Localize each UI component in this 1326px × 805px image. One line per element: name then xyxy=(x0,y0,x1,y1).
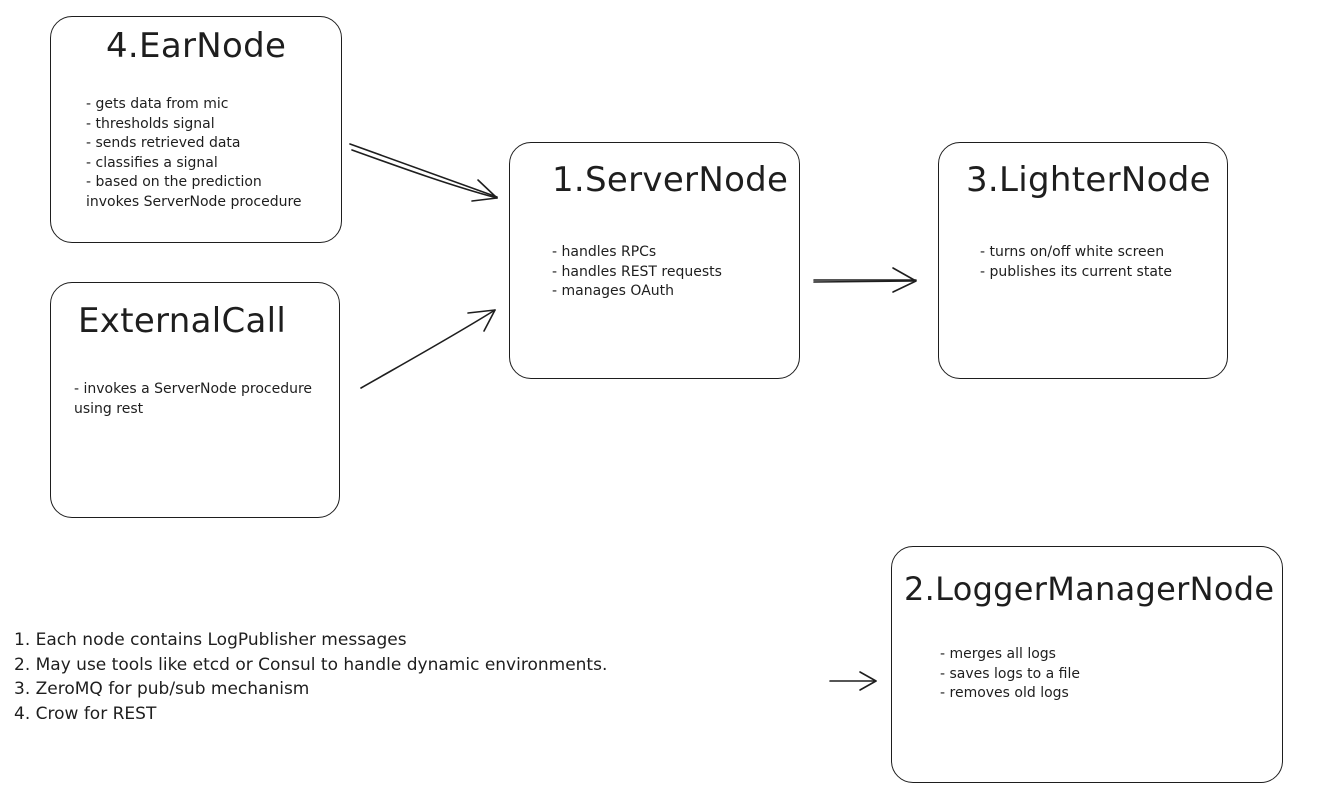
logger-manager-node-items: - merges all logs - saves logs to a file… xyxy=(940,645,1080,704)
arrow-ear-to-server xyxy=(349,143,498,202)
note-item: 1. Each node contains LogPublisher messa… xyxy=(14,630,407,650)
ear-node-items: - gets data from mic - thresholds signal… xyxy=(86,95,302,212)
ear-node-item: - sends retrieved data xyxy=(86,135,241,151)
server-node-title: 1.ServerNode xyxy=(552,160,789,200)
ear-node-item: - thresholds signal xyxy=(86,115,215,132)
note-item: 4. Crow for REST xyxy=(14,703,157,724)
logger-manager-node-title: 2.LoggerManagerNode xyxy=(904,570,1275,608)
lighter-node-item: - publishes its current state xyxy=(980,263,1172,280)
ear-node-item: - gets data from mic xyxy=(86,96,229,112)
notes-list: 1. Each node contains LogPublisher messa… xyxy=(14,628,607,726)
server-node-item: - handles RPCs xyxy=(552,244,657,260)
arrow-to-logger xyxy=(829,671,877,691)
lighter-node-items: - turns on/off white screen - publishes … xyxy=(980,243,1172,282)
server-node-items: - handles RPCs - handles REST requests -… xyxy=(552,243,722,302)
arrow-server-to-lighter xyxy=(813,267,917,293)
diagram-canvas: 4.EarNode - gets data from mic - thresho… xyxy=(0,0,1326,805)
ear-node-title: 4.EarNode xyxy=(106,26,287,66)
note-item: 3. ZeroMQ for pub/sub mechanism xyxy=(14,679,310,699)
lighter-node-title: 3.LighterNode xyxy=(966,160,1211,200)
ear-node-item: - based on the prediction xyxy=(86,174,262,190)
external-call-item: using rest xyxy=(74,400,144,417)
arrow-external-to-server xyxy=(360,309,496,389)
logger-manager-node-item: - saves logs to a file xyxy=(940,665,1080,682)
external-call-items: - invokes a ServerNode procedure using r… xyxy=(74,380,312,419)
ear-node-item: invokes ServerNode procedure xyxy=(86,193,302,210)
lighter-node-item: - turns on/off white screen xyxy=(980,244,1165,260)
logger-manager-node-item: - removes old logs xyxy=(940,685,1069,701)
logger-manager-node-item: - merges all logs xyxy=(940,646,1056,662)
external-call-title: ExternalCall xyxy=(78,301,287,341)
external-call-item: - invokes a ServerNode procedure xyxy=(74,381,313,397)
server-node-item: - manages OAuth xyxy=(552,283,675,299)
ear-node-item: - classifies a signal xyxy=(86,154,218,171)
server-node-item: - handles REST requests xyxy=(552,263,722,280)
note-item: 2. May use tools like etcd or Consul to … xyxy=(14,654,608,675)
